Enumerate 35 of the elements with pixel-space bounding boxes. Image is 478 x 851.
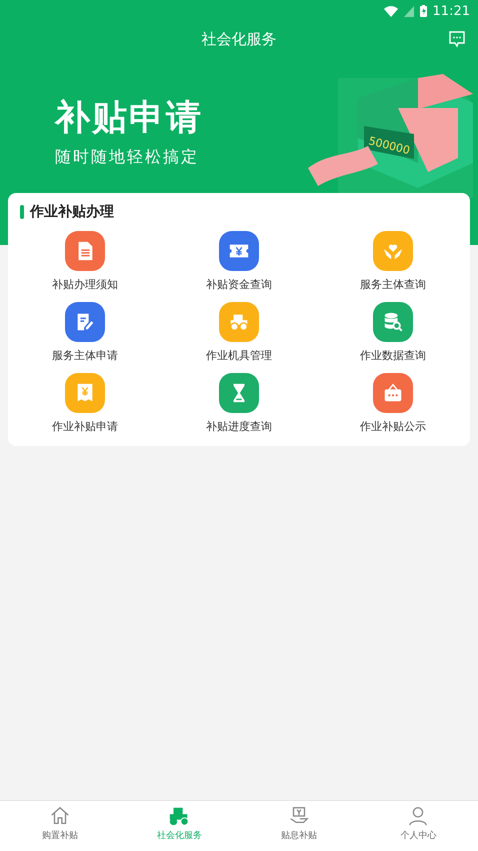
tab-bar-item[interactable]: 贴息补贴	[239, 801, 358, 851]
message-icon[interactable]	[448, 30, 466, 48]
service-label[interactable]: 作业补贴公示	[360, 419, 426, 434]
service-label[interactable]: 补贴进度查询	[206, 419, 272, 434]
section-title: 作业补贴办理	[30, 203, 114, 221]
service-label[interactable]: 作业数据查询	[360, 348, 426, 363]
service-icon[interactable]	[373, 373, 413, 413]
banner-title: 补贴申请	[55, 97, 203, 140]
service-label[interactable]: 作业补贴申请	[52, 419, 118, 434]
banner-subtitle: 随时随地轻松搞定	[55, 147, 200, 168]
person-icon	[407, 805, 430, 827]
service-label[interactable]: 服务主体查询	[360, 277, 426, 292]
home-icon	[48, 805, 71, 827]
tab-bar-item[interactable]: 个人中心	[358, 801, 478, 851]
battery-icon	[420, 5, 427, 17]
service-icon[interactable]	[65, 373, 105, 413]
service-icon[interactable]	[65, 231, 105, 271]
service-icon[interactable]	[219, 231, 259, 271]
service-icon[interactable]	[373, 302, 413, 342]
service-icon[interactable]	[219, 302, 259, 342]
page-title: 社会化服务	[202, 30, 276, 48]
wifi-icon	[384, 6, 398, 16]
service-icon[interactable]	[219, 373, 259, 413]
service-icon[interactable]	[65, 302, 105, 342]
service-label[interactable]: 服务主体申请	[52, 348, 118, 363]
service-icon[interactable]	[373, 231, 413, 271]
tractor-icon	[168, 805, 190, 827]
service-label[interactable]: 补贴资金查询	[206, 277, 272, 292]
service-label[interactable]: 作业机具管理	[206, 348, 272, 363]
tab-bar-item[interactable]: 购置补贴	[0, 801, 120, 851]
status-time: 11:21	[432, 4, 470, 18]
service-label[interactable]: 补贴办理须知	[52, 277, 118, 292]
signboard-icon	[382, 382, 404, 404]
signal-icon	[404, 6, 414, 16]
database-search-icon	[382, 311, 404, 333]
